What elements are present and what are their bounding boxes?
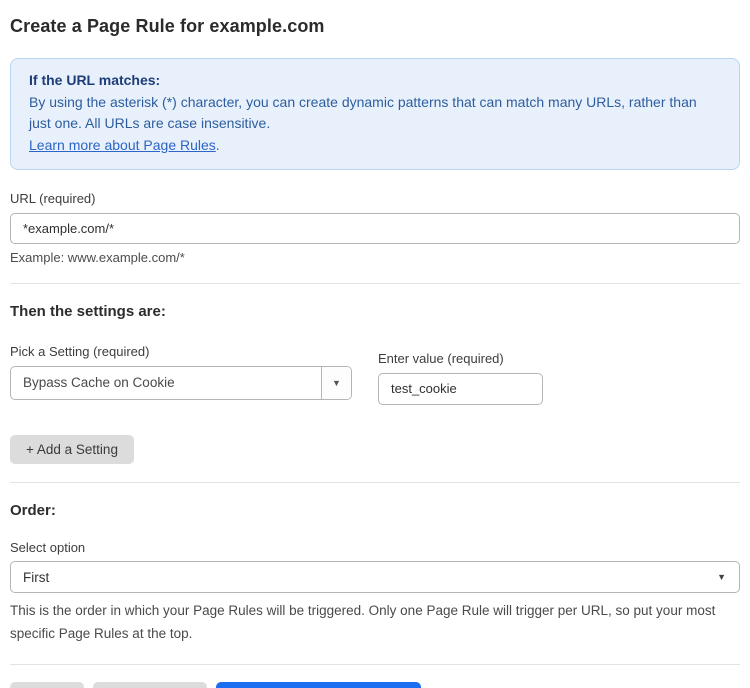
chevron-down-icon[interactable]: ▼	[321, 367, 351, 399]
page-title: Create a Page Rule for example.com	[10, 16, 740, 37]
footer-actions: Cancel Save as Draft Save and Deploy Pag…	[10, 682, 740, 688]
setting-value-input[interactable]	[378, 373, 543, 405]
divider	[10, 664, 740, 665]
url-example-helper: Example: www.example.com/*	[10, 250, 740, 265]
link-suffix: .	[216, 137, 220, 153]
add-setting-button[interactable]: + Add a Setting	[10, 435, 134, 465]
enter-value-column: Enter value (required)	[378, 351, 543, 405]
url-match-info-box: If the URL matches: By using the asteris…	[10, 58, 740, 170]
setting-dropdown-value: Bypass Cache on Cookie	[11, 367, 321, 399]
order-section-heading: Order:	[10, 502, 740, 519]
url-field-label: URL (required)	[10, 191, 740, 206]
order-select-value: First	[23, 562, 49, 592]
pick-setting-label: Pick a Setting (required)	[10, 344, 352, 359]
save-as-draft-button[interactable]: Save as Draft	[93, 682, 207, 688]
learn-more-link[interactable]: Learn more about Page Rules	[29, 137, 216, 153]
order-select-label: Select option	[10, 540, 740, 555]
info-box-body: By using the asterisk (*) character, you…	[29, 92, 721, 135]
url-input[interactable]	[10, 213, 740, 244]
divider	[10, 482, 740, 483]
info-box-link-line: Learn more about Page Rules.	[29, 135, 721, 157]
enter-value-label: Enter value (required)	[378, 351, 543, 366]
order-helper-text: This is the order in which your Page Rul…	[10, 600, 740, 646]
chevron-down-icon: ▼	[717, 562, 726, 592]
settings-section-heading: Then the settings are:	[10, 303, 740, 320]
save-and-deploy-button[interactable]: Save and Deploy Page Rule	[216, 682, 422, 688]
setting-dropdown[interactable]: Bypass Cache on Cookie ▼	[10, 366, 352, 400]
divider	[10, 283, 740, 284]
info-box-heading: If the URL matches:	[29, 70, 721, 92]
cancel-button[interactable]: Cancel	[10, 682, 84, 688]
page-rule-form: Create a Page Rule for example.com If th…	[0, 0, 750, 688]
settings-row: Pick a Setting (required) Bypass Cache o…	[10, 344, 740, 405]
pick-setting-column: Pick a Setting (required) Bypass Cache o…	[10, 344, 352, 400]
order-select[interactable]: First ▼	[10, 561, 740, 593]
